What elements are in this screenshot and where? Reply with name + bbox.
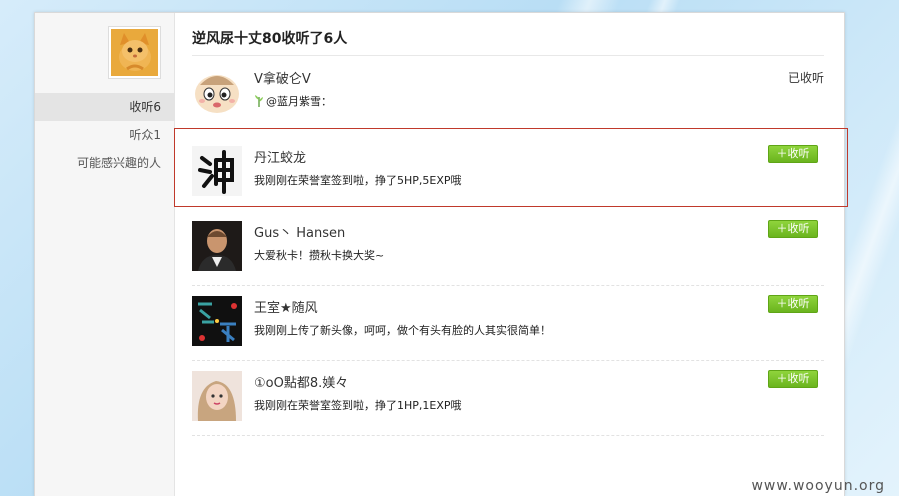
plant-emoji-icon (255, 95, 263, 107)
user-avatar[interactable] (192, 67, 242, 117)
watermark: www.wooyun.org (751, 478, 885, 494)
user-avatar[interactable] (192, 296, 242, 346)
user-row: ①oO點都8.媄々 我刚刚在荣誉室签到啦，挣了1HP,1EXP哦 ＋收听 (192, 361, 824, 436)
status-text: @蓝月紫雪： (266, 95, 332, 108)
cartoon-baby-face-icon (192, 67, 242, 117)
cat-avatar-icon (111, 29, 158, 76)
sidebar-item-suggested[interactable]: 可能感兴趣的人 (35, 149, 175, 177)
follow-button[interactable]: ＋收听 (768, 295, 818, 313)
user-status: 大爱秋卡！攒秋卡换大奖~ (254, 249, 385, 262)
user-name[interactable]: 王室★随风 (254, 297, 318, 316)
sidebar: 收听6 听众1 可能感兴趣的人 (35, 13, 175, 496)
user-name[interactable]: Gus丶 Hansen (254, 222, 345, 241)
user-row: 王室★随风 我刚刚上传了新头像，呵呵，做个有头有脸的人其实很简单！ ＋收听 (192, 286, 824, 361)
main-content: 逆风尿十丈80收听了6人 V拿破仑V @蓝月紫雪： 已收听 丹江蛟龙 我刚刚在荣… (176, 13, 844, 496)
title-divider (192, 55, 824, 56)
followed-status: 已收听 (787, 71, 824, 85)
user-status: 我刚刚在荣誉室签到啦，挣了5HP,5EXP哦 (254, 174, 462, 187)
user-status: 我刚刚上传了新头像，呵呵，做个有头有脸的人其实很简单！ (254, 324, 551, 337)
user-status: @蓝月紫雪： (254, 93, 332, 109)
user-avatar[interactable] (192, 221, 242, 271)
follow-button[interactable]: ＋收听 (768, 220, 818, 238)
page-title: 逆风尿十丈80收听了6人 (192, 31, 348, 47)
user-name[interactable]: V拿破仑V (254, 68, 311, 87)
user-status: 我刚刚在荣誉室签到啦，挣了1HP,1EXP哦 (254, 399, 462, 412)
user-avatar[interactable] (192, 146, 242, 196)
sidebar-item-followers[interactable]: 听众1 (35, 121, 175, 149)
dark-text-graphic-icon (192, 296, 242, 346)
user-name[interactable]: 丹江蛟龙 (254, 147, 306, 166)
follow-button[interactable]: ＋收听 (768, 370, 818, 388)
user-name[interactable]: ①oO點都8.媄々 (254, 372, 348, 391)
user-avatar[interactable] (192, 371, 242, 421)
row-divider (192, 435, 824, 436)
calligraphy-character-icon (192, 146, 242, 196)
follow-button[interactable]: ＋收听 (768, 145, 818, 163)
girl-portrait-icon (192, 371, 242, 421)
user-row: V拿破仑V @蓝月紫雪： 已收听 (192, 57, 824, 132)
user-avatar[interactable] (108, 26, 161, 79)
user-row: Gus丶 Hansen 大爱秋卡！攒秋卡换大奖~ ＋收听 (192, 211, 824, 286)
man-portrait-icon (192, 221, 242, 271)
user-row: 丹江蛟龙 我刚刚在荣誉室签到啦，挣了5HP,5EXP哦 ＋收听 (192, 136, 824, 211)
sidebar-item-following[interactable]: 收听6 (35, 93, 175, 121)
follow-panel: 收听6 听众1 可能感兴趣的人 逆风尿十丈80收听了6人 V拿破仑V @蓝月紫雪… (34, 12, 845, 496)
